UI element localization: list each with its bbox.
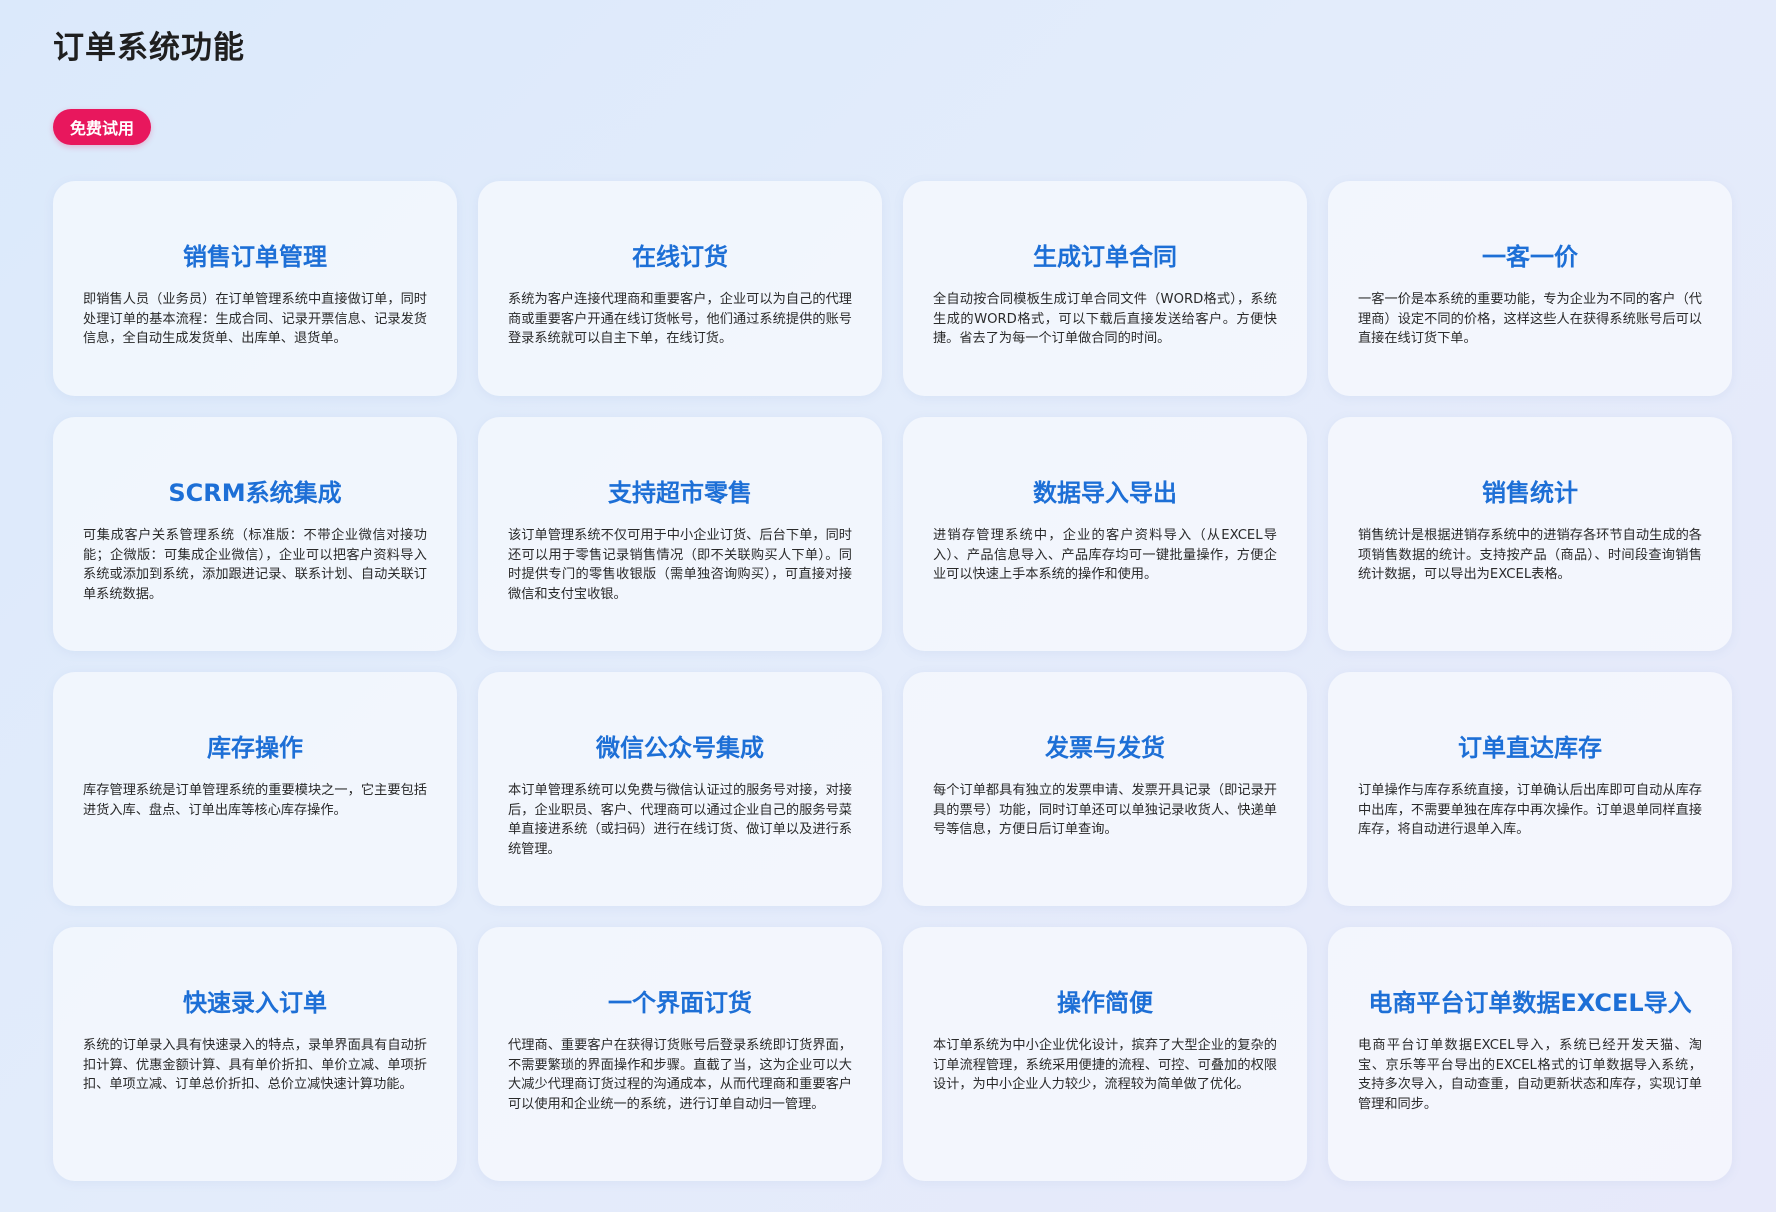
feature-card-description: 每个订单都具有独立的发票申请、发票开具记录（即记录开具的票号）功能，同时订单还可… bbox=[933, 783, 1277, 837]
feature-card-title: SCRM系统集成 bbox=[168, 479, 342, 507]
feature-card-description: 代理商、重要客户在获得订货账号后登录系统即订货界面，不需要繁琐的界面操作和步骤。… bbox=[508, 1038, 852, 1112]
feature-card-quick-order-entry[interactable]: 快速录入订单 系统的订单录入具有快速录入的特点，录单界面具有自动折扣计算、优惠金… bbox=[53, 927, 457, 1181]
feature-card-description: 电商平台订单数据EXCEL导入，系统已经开发天猫、淘宝、京乐等平台导出的EXCE… bbox=[1358, 1038, 1702, 1112]
feature-card-title: 在线订货 bbox=[632, 243, 728, 271]
feature-card-description: 即销售人员（业务员）在订单管理系统中直接做订单，同时处理订单的基本流程：生成合同… bbox=[83, 292, 427, 346]
feature-card-wechat-integration[interactable]: 微信公众号集成 本订单管理系统可以免费与微信认证过的服务号对接，对接后，企业职员… bbox=[478, 672, 882, 906]
feature-card-data-import-export[interactable]: 数据导入导出 进销存管理系统中，企业的客户资料导入（从EXCEL导入）、产品信息… bbox=[903, 417, 1307, 651]
feature-card-description: 系统的订单录入具有快速录入的特点，录单界面具有自动折扣计算、优惠金额计算、具有单… bbox=[83, 1038, 427, 1092]
feature-card-order-to-inventory[interactable]: 订单直达库存 订单操作与库存系统直接，订单确认后出库即可自动从库存中出库，不需要… bbox=[1328, 672, 1732, 906]
feature-card-title: 一客一价 bbox=[1482, 243, 1578, 271]
feature-grid: 销售订单管理 即销售人员（业务员）在订单管理系统中直接做订单，同时处理订单的基本… bbox=[53, 181, 1733, 1181]
feature-card-description: 进销存管理系统中，企业的客户资料导入（从EXCEL导入）、产品信息导入、产品库存… bbox=[933, 528, 1277, 582]
feature-card-title: 微信公众号集成 bbox=[596, 734, 764, 762]
feature-card-easy-operation[interactable]: 操作简便 本订单系统为中小企业优化设计，摈弃了大型企业的复杂的订单流程管理，系统… bbox=[903, 927, 1307, 1181]
feature-card-description: 该订单管理系统不仅可用于中小企业订货、后台下单，同时还可以用于零售记录销售情况（… bbox=[508, 528, 852, 602]
feature-card-description: 全自动按合同模板生成订单合同文件（WORD格式），系统生成的WORD格式，可以下… bbox=[933, 292, 1277, 346]
feature-card-title: 支持超市零售 bbox=[608, 479, 752, 507]
feature-card-description: 订单操作与库存系统直接，订单确认后出库即可自动从库存中出库，不需要单独在库存中再… bbox=[1358, 783, 1702, 837]
feature-card-title: 电商平台订单数据EXCEL导入 bbox=[1368, 989, 1692, 1017]
feature-card-title: 发票与发货 bbox=[1045, 734, 1165, 762]
feature-card-sales-statistics[interactable]: 销售统计 销售统计是根据进销存系统中的进销存各环节自动生成的各项销售数据的统计。… bbox=[1328, 417, 1732, 651]
feature-card-title: 订单直达库存 bbox=[1458, 734, 1602, 762]
feature-card-retail-support[interactable]: 支持超市零售 该订单管理系统不仅可用于中小企业订货、后台下单，同时还可以用于零售… bbox=[478, 417, 882, 651]
feature-card-title: 销售统计 bbox=[1482, 479, 1578, 507]
feature-card-description: 一客一价是本系统的重要功能，专为企业为不同的客户（代理商）设定不同的价格，这样这… bbox=[1358, 292, 1702, 346]
feature-card-description: 销售统计是根据进销存系统中的进销存各环节自动生成的各项销售数据的统计。支持按产品… bbox=[1358, 528, 1702, 582]
feature-card-description: 本订单管理系统可以免费与微信认证过的服务号对接，对接后，企业职员、客户、代理商可… bbox=[508, 783, 852, 857]
feature-card-title: 操作简便 bbox=[1057, 989, 1153, 1017]
feature-card-title: 数据导入导出 bbox=[1033, 479, 1177, 507]
feature-card-online-ordering[interactable]: 在线订货 系统为客户连接代理商和重要客户，企业可以为自己的代理商或重要客户开通在… bbox=[478, 181, 882, 396]
feature-card-description: 本订单系统为中小企业优化设计，摈弃了大型企业的复杂的订单流程管理，系统采用便捷的… bbox=[933, 1038, 1277, 1092]
feature-card-inventory-operations[interactable]: 库存操作 库存管理系统是订单管理系统的重要模块之一，它主要包括进货入库、盘点、订… bbox=[53, 672, 457, 906]
feature-card-generate-contract[interactable]: 生成订单合同 全自动按合同模板生成订单合同文件（WORD格式），系统生成的WOR… bbox=[903, 181, 1307, 396]
feature-card-description: 系统为客户连接代理商和重要客户，企业可以为自己的代理商或重要客户开通在线订货帐号… bbox=[508, 292, 852, 346]
feature-card-customer-pricing[interactable]: 一客一价 一客一价是本系统的重要功能，专为企业为不同的客户（代理商）设定不同的价… bbox=[1328, 181, 1732, 396]
feature-card-title: 快速录入订单 bbox=[183, 989, 327, 1017]
free-trial-button[interactable]: 免费试用 bbox=[53, 109, 151, 145]
feature-card-title: 生成订单合同 bbox=[1033, 243, 1177, 271]
feature-card-title: 一个界面订货 bbox=[608, 989, 752, 1017]
feature-card-title: 库存操作 bbox=[207, 734, 303, 762]
feature-card-single-page-ordering[interactable]: 一个界面订货 代理商、重要客户在获得订货账号后登录系统即订货界面，不需要繁琐的界… bbox=[478, 927, 882, 1181]
feature-card-description: 可集成客户关系管理系统（标准版：不带企业微信对接功能；企微版：可集成企业微信），… bbox=[83, 528, 427, 602]
feature-card-title: 销售订单管理 bbox=[183, 243, 327, 271]
feature-card-sales-order-management[interactable]: 销售订单管理 即销售人员（业务员）在订单管理系统中直接做订单，同时处理订单的基本… bbox=[53, 181, 457, 396]
feature-card-scrm-integration[interactable]: SCRM系统集成 可集成客户关系管理系统（标准版：不带企业微信对接功能；企微版：… bbox=[53, 417, 457, 651]
feature-card-ecommerce-excel-import[interactable]: 电商平台订单数据EXCEL导入 电商平台订单数据EXCEL导入，系统已经开发天猫… bbox=[1328, 927, 1732, 1181]
feature-card-invoice-shipping[interactable]: 发票与发货 每个订单都具有独立的发票申请、发票开具记录（即记录开具的票号）功能，… bbox=[903, 672, 1307, 906]
page-title: 订单系统功能 bbox=[53, 30, 245, 66]
feature-card-description: 库存管理系统是订单管理系统的重要模块之一，它主要包括进货入库、盘点、订单出库等核… bbox=[83, 783, 427, 818]
